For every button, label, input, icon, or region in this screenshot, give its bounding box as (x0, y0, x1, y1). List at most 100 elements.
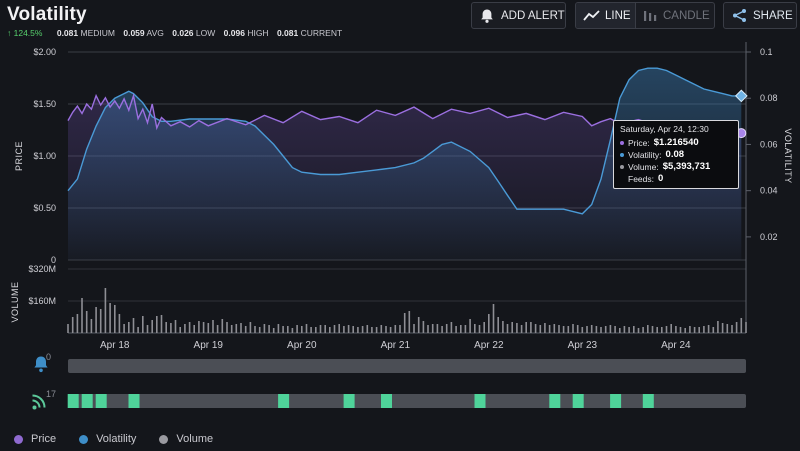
hover-tooltip: Saturday, Apr 24, 12:30 Price: $1.216540 … (613, 120, 739, 189)
volume-bar (81, 298, 83, 333)
volume-bar (188, 322, 191, 333)
volume-bar (226, 322, 228, 333)
volatility-axis-title: VOLATILITY (783, 128, 793, 183)
feed-marker (81, 394, 93, 408)
volume-bar (403, 313, 406, 333)
volume-bar (343, 326, 345, 333)
legend-volume[interactable]: Volume (159, 433, 213, 445)
volume-bar (361, 326, 364, 333)
volume-bar (272, 328, 275, 333)
feed-rss-icon[interactable] (32, 394, 46, 410)
volume-bar (478, 325, 481, 333)
volume-bar (146, 325, 149, 333)
volume-bar (614, 326, 616, 333)
volume-bar (179, 327, 181, 333)
volume-bar (184, 324, 186, 333)
volume-axis: $160M $320M (28, 264, 56, 306)
volume-bar (67, 324, 69, 333)
volume-bar (104, 288, 107, 333)
feeds-dot-icon (620, 177, 624, 181)
feed-marker (278, 394, 290, 408)
feed-marker (343, 394, 355, 408)
tooltip-feeds-row: Feeds: 0 (620, 173, 732, 184)
x-tick-label: Apr 22 (474, 340, 504, 351)
volume-bar (651, 326, 654, 333)
volume-bar (464, 325, 467, 333)
volume-bar (324, 325, 326, 333)
volume-bar (455, 326, 457, 333)
volatility-dot-icon (620, 152, 624, 157)
volume-bar (277, 324, 280, 333)
volume-bar (539, 325, 542, 333)
legend-volatility[interactable]: Volatility (79, 433, 136, 445)
volume-bar (132, 318, 135, 333)
volume-bar (71, 317, 74, 333)
tooltip-feeds-label: Feeds: (628, 173, 654, 184)
feed-marker (95, 394, 107, 408)
volume-bar (240, 323, 242, 333)
volume-bar (562, 326, 565, 333)
volume-bar (76, 314, 79, 333)
volume-bar (623, 326, 626, 333)
volume-bar (202, 322, 205, 333)
volume-bar (315, 327, 317, 333)
volume-bar (661, 327, 663, 333)
feed-marker (381, 394, 392, 408)
volume-bar (445, 324, 448, 333)
volume-bar (394, 325, 397, 333)
feeds-lane: 17 (32, 389, 746, 410)
volume-bar (558, 325, 560, 333)
volume-bar (399, 325, 401, 333)
x-tick-label: Apr 20 (287, 340, 317, 351)
volume-bar (389, 327, 392, 333)
x-tick-label: Apr 18 (100, 340, 130, 351)
volume-bar (675, 326, 677, 333)
feed-marker (610, 394, 622, 408)
volume-bar (665, 326, 668, 333)
volume-bar (745, 322, 747, 333)
tooltip-price-value: $1.216540 (653, 137, 699, 148)
alerts-track[interactable] (68, 359, 746, 373)
volume-bar (703, 326, 705, 333)
volume-bar (567, 326, 570, 333)
price-tick-label: $1.00 (33, 151, 56, 161)
price-tick-label: $2.00 (33, 47, 56, 57)
volume-bar (319, 325, 322, 333)
volume-bar (296, 325, 298, 333)
volume-bar (525, 322, 527, 333)
volume-bar (165, 322, 167, 333)
volume-bar (530, 322, 532, 333)
volume-bar (99, 309, 102, 333)
volume-bar (422, 321, 425, 333)
tooltip-volatility-row: Volatility: 0.08 (620, 149, 732, 160)
volume-bar (595, 326, 598, 333)
volume-bar (637, 328, 640, 333)
tooltip-volatility-value: 0.08 (665, 149, 685, 160)
volatility-chart[interactable]: 0$0.50$1.00$1.50$2.00 0.020.040.060.080.… (0, 0, 800, 451)
volume-bar (151, 320, 153, 333)
price-axis-title: PRICE (14, 141, 24, 171)
legend-price[interactable]: Price (14, 433, 56, 445)
price-axis: 0$0.50$1.00$1.50$2.00 (33, 47, 56, 265)
volume-bar (230, 325, 233, 333)
volume-bar (366, 325, 369, 333)
legend-volatility-label: Volatility (96, 433, 137, 445)
tooltip-price-row: Price: $1.216540 (620, 137, 732, 148)
volume-bar (506, 324, 509, 333)
volume-bar (576, 325, 579, 333)
volatility-tick-label: 0.06 (760, 139, 778, 149)
volume-bar (207, 323, 210, 333)
volume-bar (497, 317, 499, 333)
volume-bar (85, 311, 88, 333)
volume-bar (721, 323, 724, 333)
x-tick-label: Apr 19 (194, 340, 224, 351)
volume-bar (347, 325, 350, 333)
volume-bar (357, 327, 359, 333)
legend-volume-label: Volume (176, 433, 214, 445)
tooltip-date: Saturday, Apr 24, 12:30 (620, 124, 709, 134)
volume-bar (128, 322, 130, 333)
volume-bar (305, 324, 308, 333)
volume-bar (441, 326, 443, 333)
price-tick-label: $0.50 (33, 203, 56, 213)
volume-bar (684, 328, 686, 333)
